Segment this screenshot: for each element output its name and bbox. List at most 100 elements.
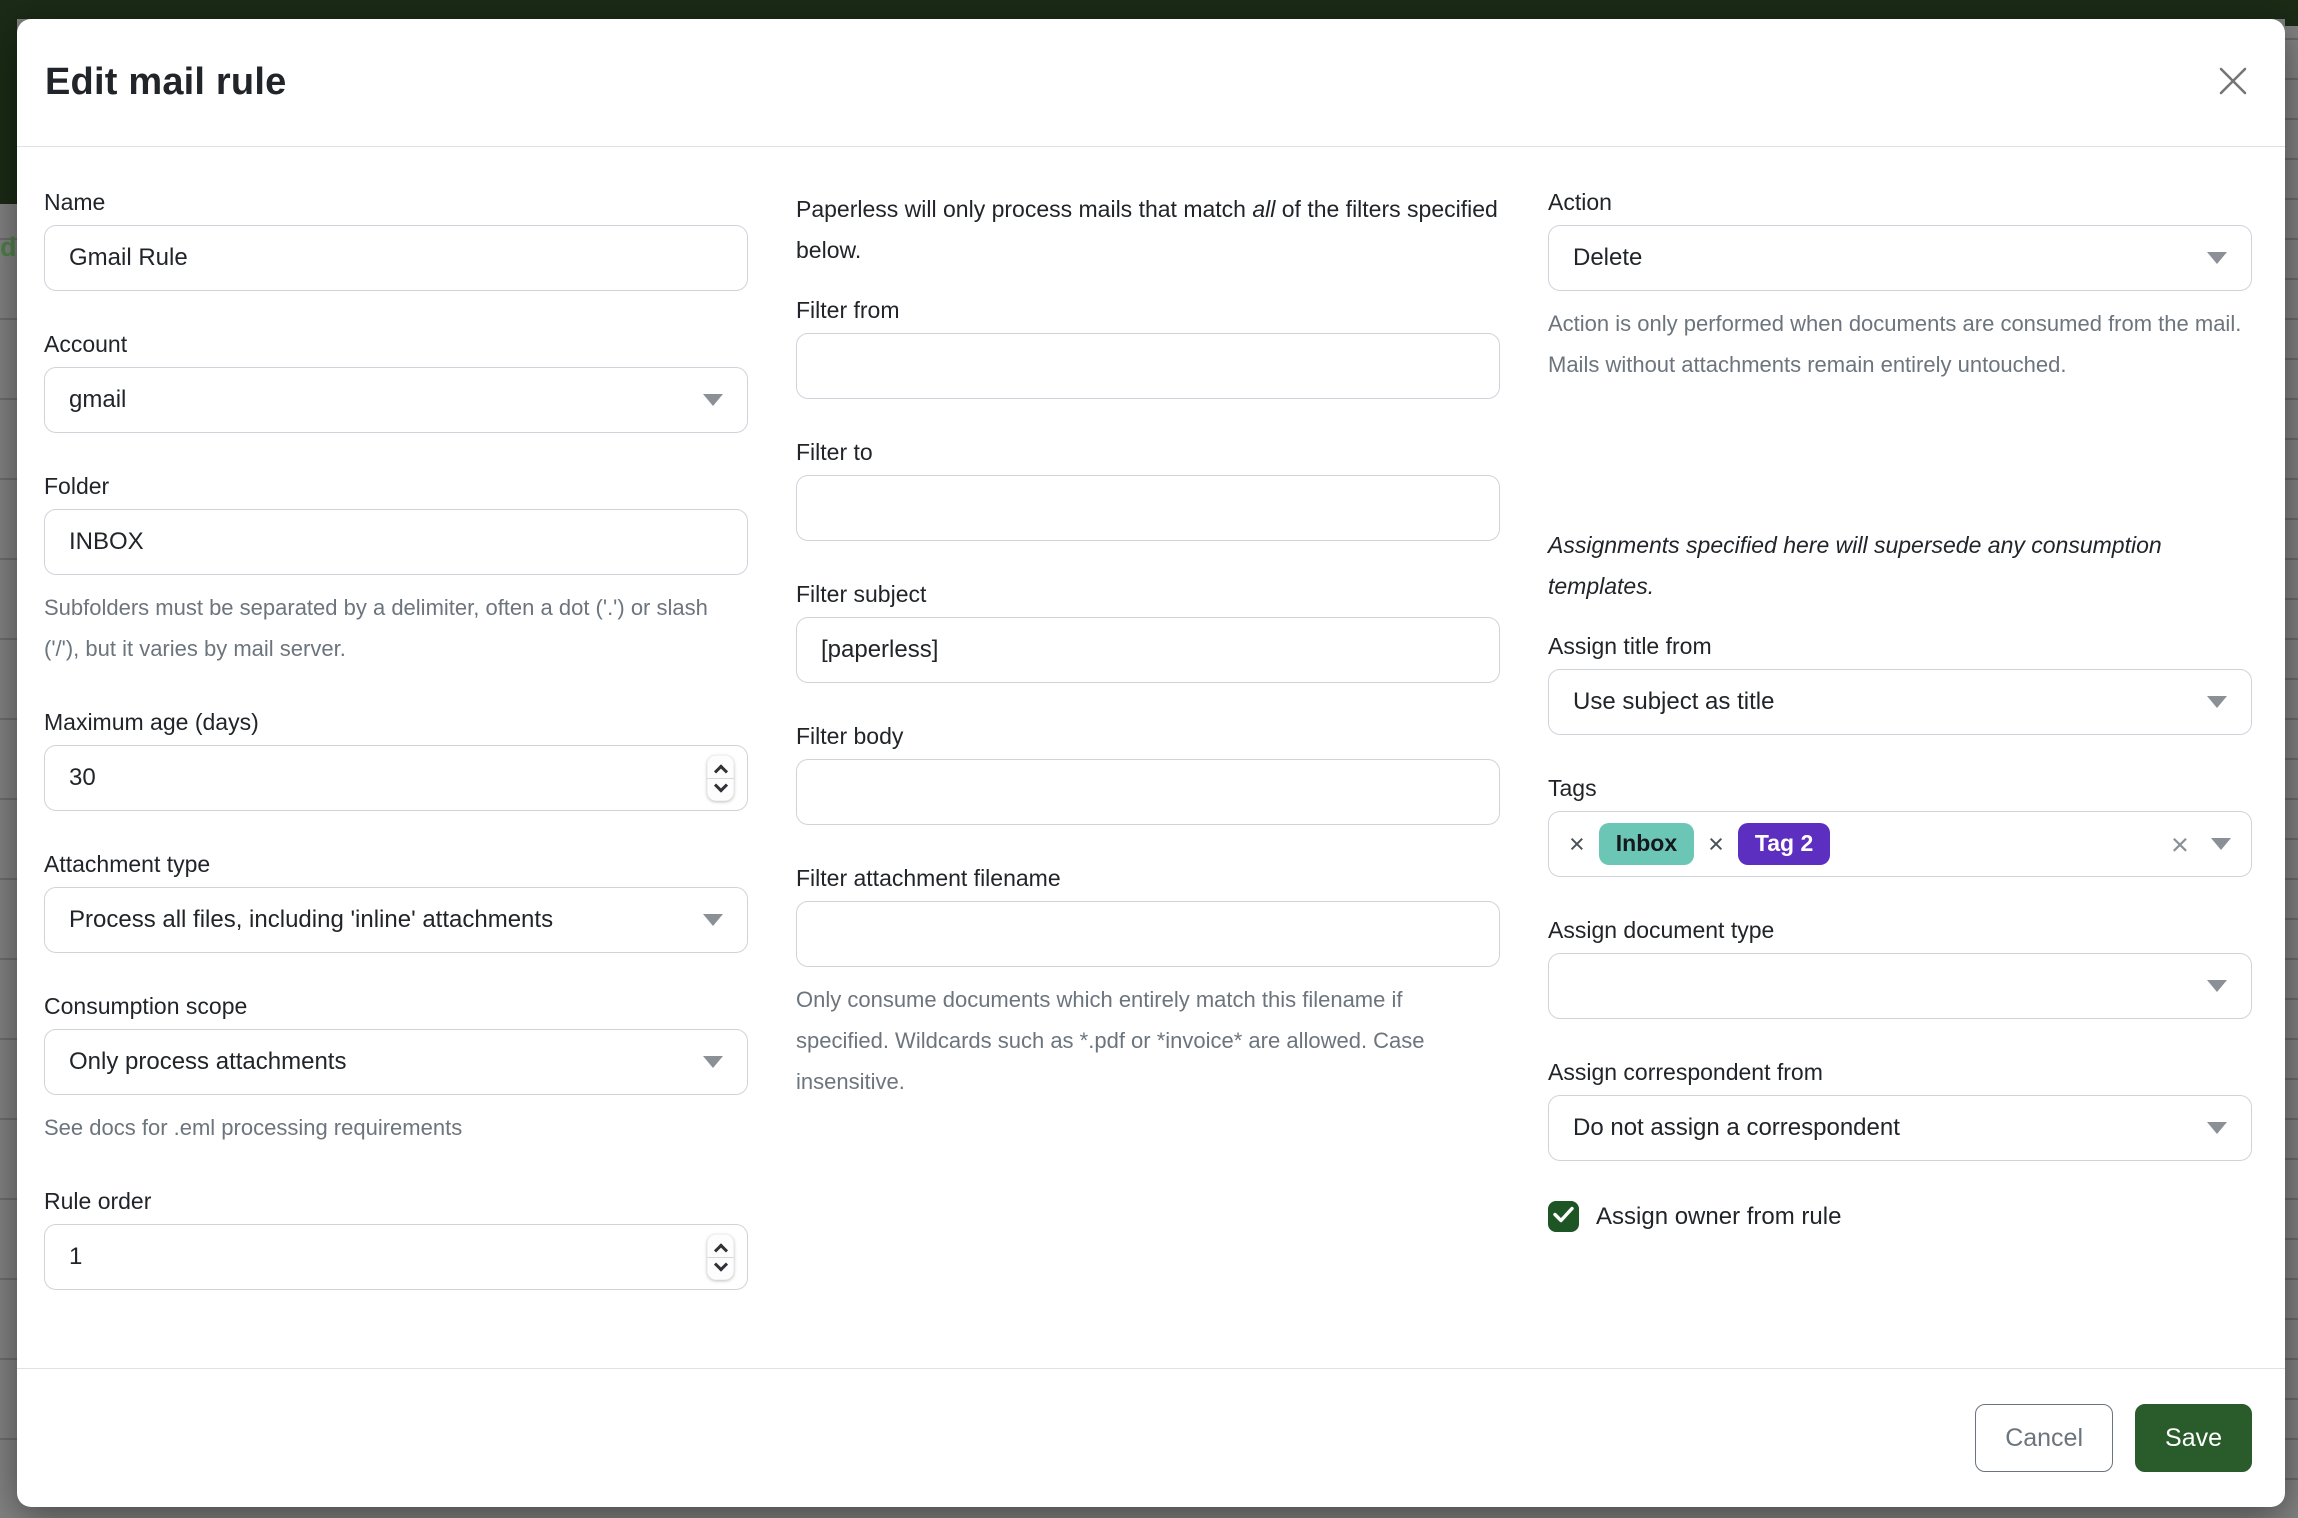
checkmark-icon — [1553, 1206, 1574, 1228]
account-select[interactable]: gmail — [44, 367, 748, 433]
chevron-down-icon — [703, 1056, 723, 1068]
consumption-scope-select[interactable]: Only process attachments — [44, 1029, 748, 1095]
chevron-down-icon — [2207, 252, 2227, 264]
column-filters: Paperless will only process mails that m… — [796, 189, 1500, 1368]
rule-order-stepper[interactable] — [707, 1234, 734, 1280]
dimmed-link-fragment: d — [0, 232, 17, 263]
assign-owner-label: Assign owner from rule — [1596, 1203, 1841, 1231]
field-tags: Tags × Inbox × Tag 2 × — [1548, 775, 2252, 877]
field-assign-title-from: Assign title from Use subject as title — [1548, 633, 2252, 735]
assign-title-from-label: Assign title from — [1548, 633, 2252, 660]
account-label: Account — [44, 331, 748, 358]
attachment-type-label: Attachment type — [44, 851, 748, 878]
chevron-down-icon — [2211, 838, 2231, 850]
filters-intro-text: Paperless will only process mails that m… — [796, 189, 1500, 271]
assign-document-type-label: Assign document type — [1548, 917, 2252, 944]
action-select[interactable]: Delete — [1548, 225, 2252, 291]
save-button[interactable]: Save — [2135, 1404, 2252, 1472]
field-account: Account gmail — [44, 331, 748, 433]
stepper-down-icon[interactable] — [713, 778, 727, 792]
consumption-scope-label: Consumption scope — [44, 993, 748, 1020]
field-filter-attachment-filename: Filter attachment filename Only consume … — [796, 865, 1500, 1102]
chevron-down-icon — [703, 394, 723, 406]
field-action: Action Delete Action is only performed w… — [1548, 189, 2252, 385]
field-max-age: Maximum age (days) — [44, 709, 748, 811]
tags-multiselect[interactable]: × Inbox × Tag 2 × — [1548, 811, 2252, 877]
filter-to-label: Filter to — [796, 439, 1500, 466]
field-assign-owner: Assign owner from rule — [1548, 1201, 2252, 1232]
consumption-scope-help-text: See docs for .eml processing requirement… — [44, 1107, 748, 1148]
field-folder: Folder Subfolders must be separated by a… — [44, 473, 748, 669]
attachment-type-value: Process all files, including 'inline' at… — [69, 906, 553, 934]
action-value: Delete — [1573, 244, 1642, 272]
filter-body-input[interactable] — [796, 759, 1500, 825]
field-assign-correspondent-from: Assign correspondent from Do not assign … — [1548, 1059, 2252, 1161]
name-label: Name — [44, 189, 748, 216]
assign-document-type-select[interactable] — [1548, 953, 2252, 1019]
folder-input[interactable] — [44, 509, 748, 575]
filter-to-input[interactable] — [796, 475, 1500, 541]
filter-subject-input[interactable] — [796, 617, 1500, 683]
remove-tag-icon[interactable]: × — [1569, 831, 1585, 858]
max-age-label: Maximum age (days) — [44, 709, 748, 736]
close-button[interactable] — [2211, 61, 2255, 105]
dialog-footer: Cancel Save — [17, 1368, 2285, 1507]
folder-label: Folder — [44, 473, 748, 500]
rule-order-label: Rule order — [44, 1188, 748, 1215]
filter-attachment-filename-label: Filter attachment filename — [796, 865, 1500, 892]
field-filter-subject: Filter subject — [796, 581, 1500, 683]
filter-from-label: Filter from — [796, 297, 1500, 324]
action-label: Action — [1548, 189, 2252, 216]
max-age-stepper[interactable] — [707, 755, 734, 801]
filter-from-input[interactable] — [796, 333, 1500, 399]
dimmed-navbar-left — [0, 0, 17, 204]
assign-title-from-value: Use subject as title — [1573, 688, 1774, 716]
dimmed-navbar — [0, 0, 2298, 19]
folder-help-text: Subfolders must be separated by a delimi… — [44, 587, 748, 669]
edit-mail-rule-dialog: Edit mail rule Name Account gmail — [17, 19, 2285, 1507]
filter-attachment-filename-input[interactable] — [796, 901, 1500, 967]
rule-order-input[interactable] — [44, 1224, 748, 1290]
dialog-body: Name Account gmail Folder Subfolders mus… — [17, 147, 2285, 1368]
stepper-up-icon[interactable] — [713, 764, 727, 778]
stepper-up-icon[interactable] — [713, 1243, 727, 1257]
stepper-down-icon[interactable] — [713, 1257, 727, 1271]
attachment-type-select[interactable]: Process all files, including 'inline' at… — [44, 887, 748, 953]
tag-pill-inbox: Inbox — [1599, 823, 1694, 865]
max-age-input[interactable] — [44, 745, 748, 811]
field-filter-to: Filter to — [796, 439, 1500, 541]
field-name: Name — [44, 189, 748, 291]
assign-owner-checkbox[interactable] — [1548, 1201, 1579, 1232]
dimmed-page-left-sliver — [0, 0, 17, 1518]
field-attachment-type: Attachment type Process all files, inclu… — [44, 851, 748, 953]
remove-tag-icon[interactable]: × — [1708, 831, 1724, 858]
filter-attachment-filename-help-text: Only consume documents which entirely ma… — [796, 979, 1500, 1102]
close-icon — [2216, 64, 2250, 101]
chevron-down-icon — [703, 914, 723, 926]
dimmed-navbar-right — [2285, 0, 2298, 26]
filters-intro-prefix: Paperless will only process mails that m… — [796, 196, 1252, 222]
field-filter-body: Filter body — [796, 723, 1500, 825]
assign-correspondent-from-select[interactable]: Do not assign a correspondent — [1548, 1095, 2252, 1161]
consumption-scope-value: Only process attachments — [69, 1048, 346, 1076]
tags-label: Tags — [1548, 775, 2252, 802]
clear-all-tags-icon[interactable]: × — [2171, 829, 2189, 860]
column-general: Name Account gmail Folder Subfolders mus… — [44, 189, 748, 1368]
assign-correspondent-from-value: Do not assign a correspondent — [1573, 1114, 1900, 1142]
filters-intro-italic: all — [1252, 196, 1275, 222]
chevron-down-icon — [2207, 980, 2227, 992]
field-consumption-scope: Consumption scope Only process attachmen… — [44, 993, 748, 1148]
assignments-note: Assignments specified here will supersed… — [1548, 525, 2252, 607]
filter-body-label: Filter body — [796, 723, 1500, 750]
cancel-button[interactable]: Cancel — [1975, 1404, 2113, 1472]
assign-correspondent-from-label: Assign correspondent from — [1548, 1059, 2252, 1086]
dialog-title: Edit mail rule — [45, 61, 286, 104]
name-input[interactable] — [44, 225, 748, 291]
tag-pill-tag2: Tag 2 — [1738, 823, 1830, 865]
assign-title-from-select[interactable]: Use subject as title — [1548, 669, 2252, 735]
field-filter-from: Filter from — [796, 297, 1500, 399]
field-rule-order: Rule order — [44, 1188, 748, 1290]
field-assign-document-type: Assign document type — [1548, 917, 2252, 1019]
chevron-down-icon — [2207, 1122, 2227, 1134]
column-action-assignments: Action Delete Action is only performed w… — [1548, 189, 2252, 1368]
